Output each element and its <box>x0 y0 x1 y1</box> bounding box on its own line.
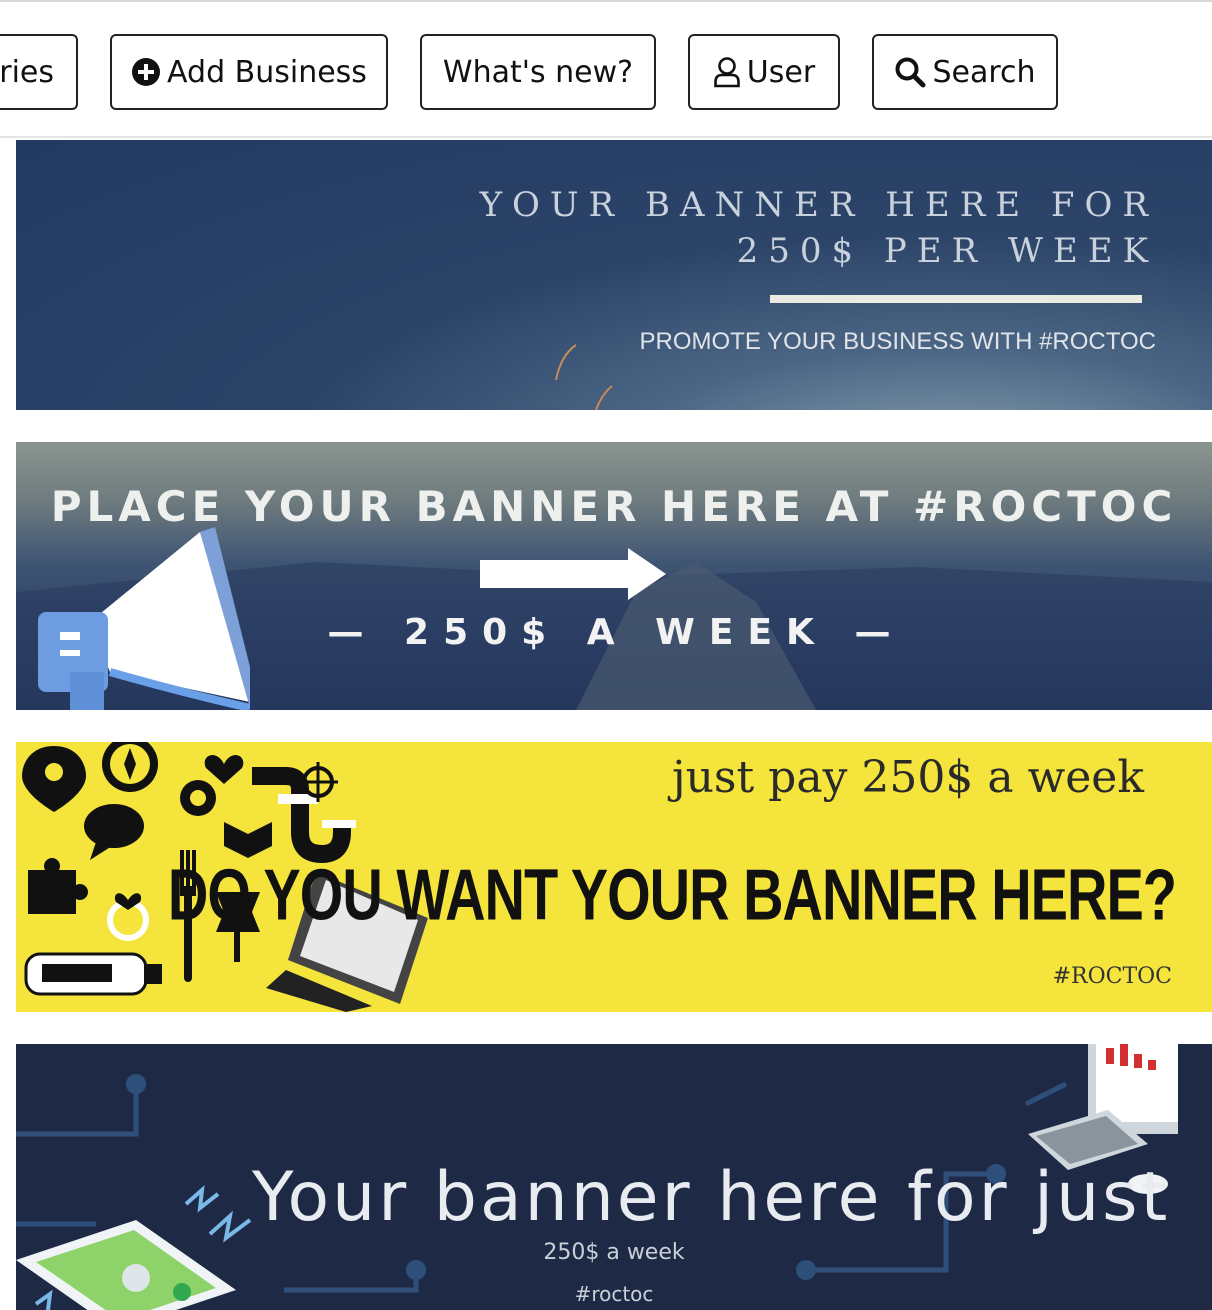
banner1-headline-line1: YOUR BANNER HERE FOR <box>479 185 1158 225</box>
megaphone-icon <box>38 527 250 710</box>
user-icon <box>713 56 741 88</box>
banner4-price: 250$ a week <box>543 1240 685 1265</box>
categories-button-label: ries <box>0 54 54 90</box>
whats-new-label: What's new? <box>442 54 634 90</box>
add-business-button[interactable]: Add Business <box>110 34 388 110</box>
banner1-headline: YOUR BANNER HERE FOR 250$ PER WEEK <box>480 182 1158 274</box>
user-button[interactable]: User <box>688 34 840 110</box>
plus-circle-icon <box>131 57 161 87</box>
banner3-headline: DO YOU WANT YOUR BANNER HERE? <box>167 853 1177 936</box>
banner3-hashtag: #ROCTOC <box>1052 964 1172 989</box>
banner2-subline: — 250$ A WEEK — <box>327 612 905 653</box>
ad-banner-3[interactable]: just pay 250$ a week DO YOU WANT YOUR BA… <box>16 742 1212 1012</box>
banner1-decoration <box>555 344 613 410</box>
search-button[interactable]: Search <box>872 34 1058 110</box>
banner3-top-line: just pay 250$ a week <box>671 752 1144 803</box>
whats-new-button[interactable]: What's new? <box>420 34 656 110</box>
search-label: Search <box>932 54 1036 90</box>
banner1-headline-line2: 250$ PER WEEK <box>736 231 1158 271</box>
ad-banner-4[interactable]: Your banner here for just 250$ a week #r… <box>16 1044 1212 1310</box>
top-navigation-bar: ries Add Business What's new? User Searc… <box>0 0 1212 138</box>
banner4-headline: Your banner here for just <box>252 1158 1171 1237</box>
search-icon <box>894 56 926 88</box>
add-business-label: Add Business <box>167 54 367 90</box>
banner4-hashtag: #roctoc <box>574 1282 654 1306</box>
banner1-divider <box>770 295 1142 303</box>
user-label: User <box>746 54 816 90</box>
banner1-subline: PROMOTE YOUR BUSINESS WITH #ROCTOC <box>639 328 1156 355</box>
ad-banner-1[interactable]: YOUR BANNER HERE FOR 250$ PER WEEK PROMO… <box>16 140 1212 410</box>
ad-banner-2[interactable]: PLACE YOUR BANNER HERE AT #ROCTOC — 250$… <box>16 442 1212 710</box>
categories-button[interactable]: ries <box>0 34 78 110</box>
